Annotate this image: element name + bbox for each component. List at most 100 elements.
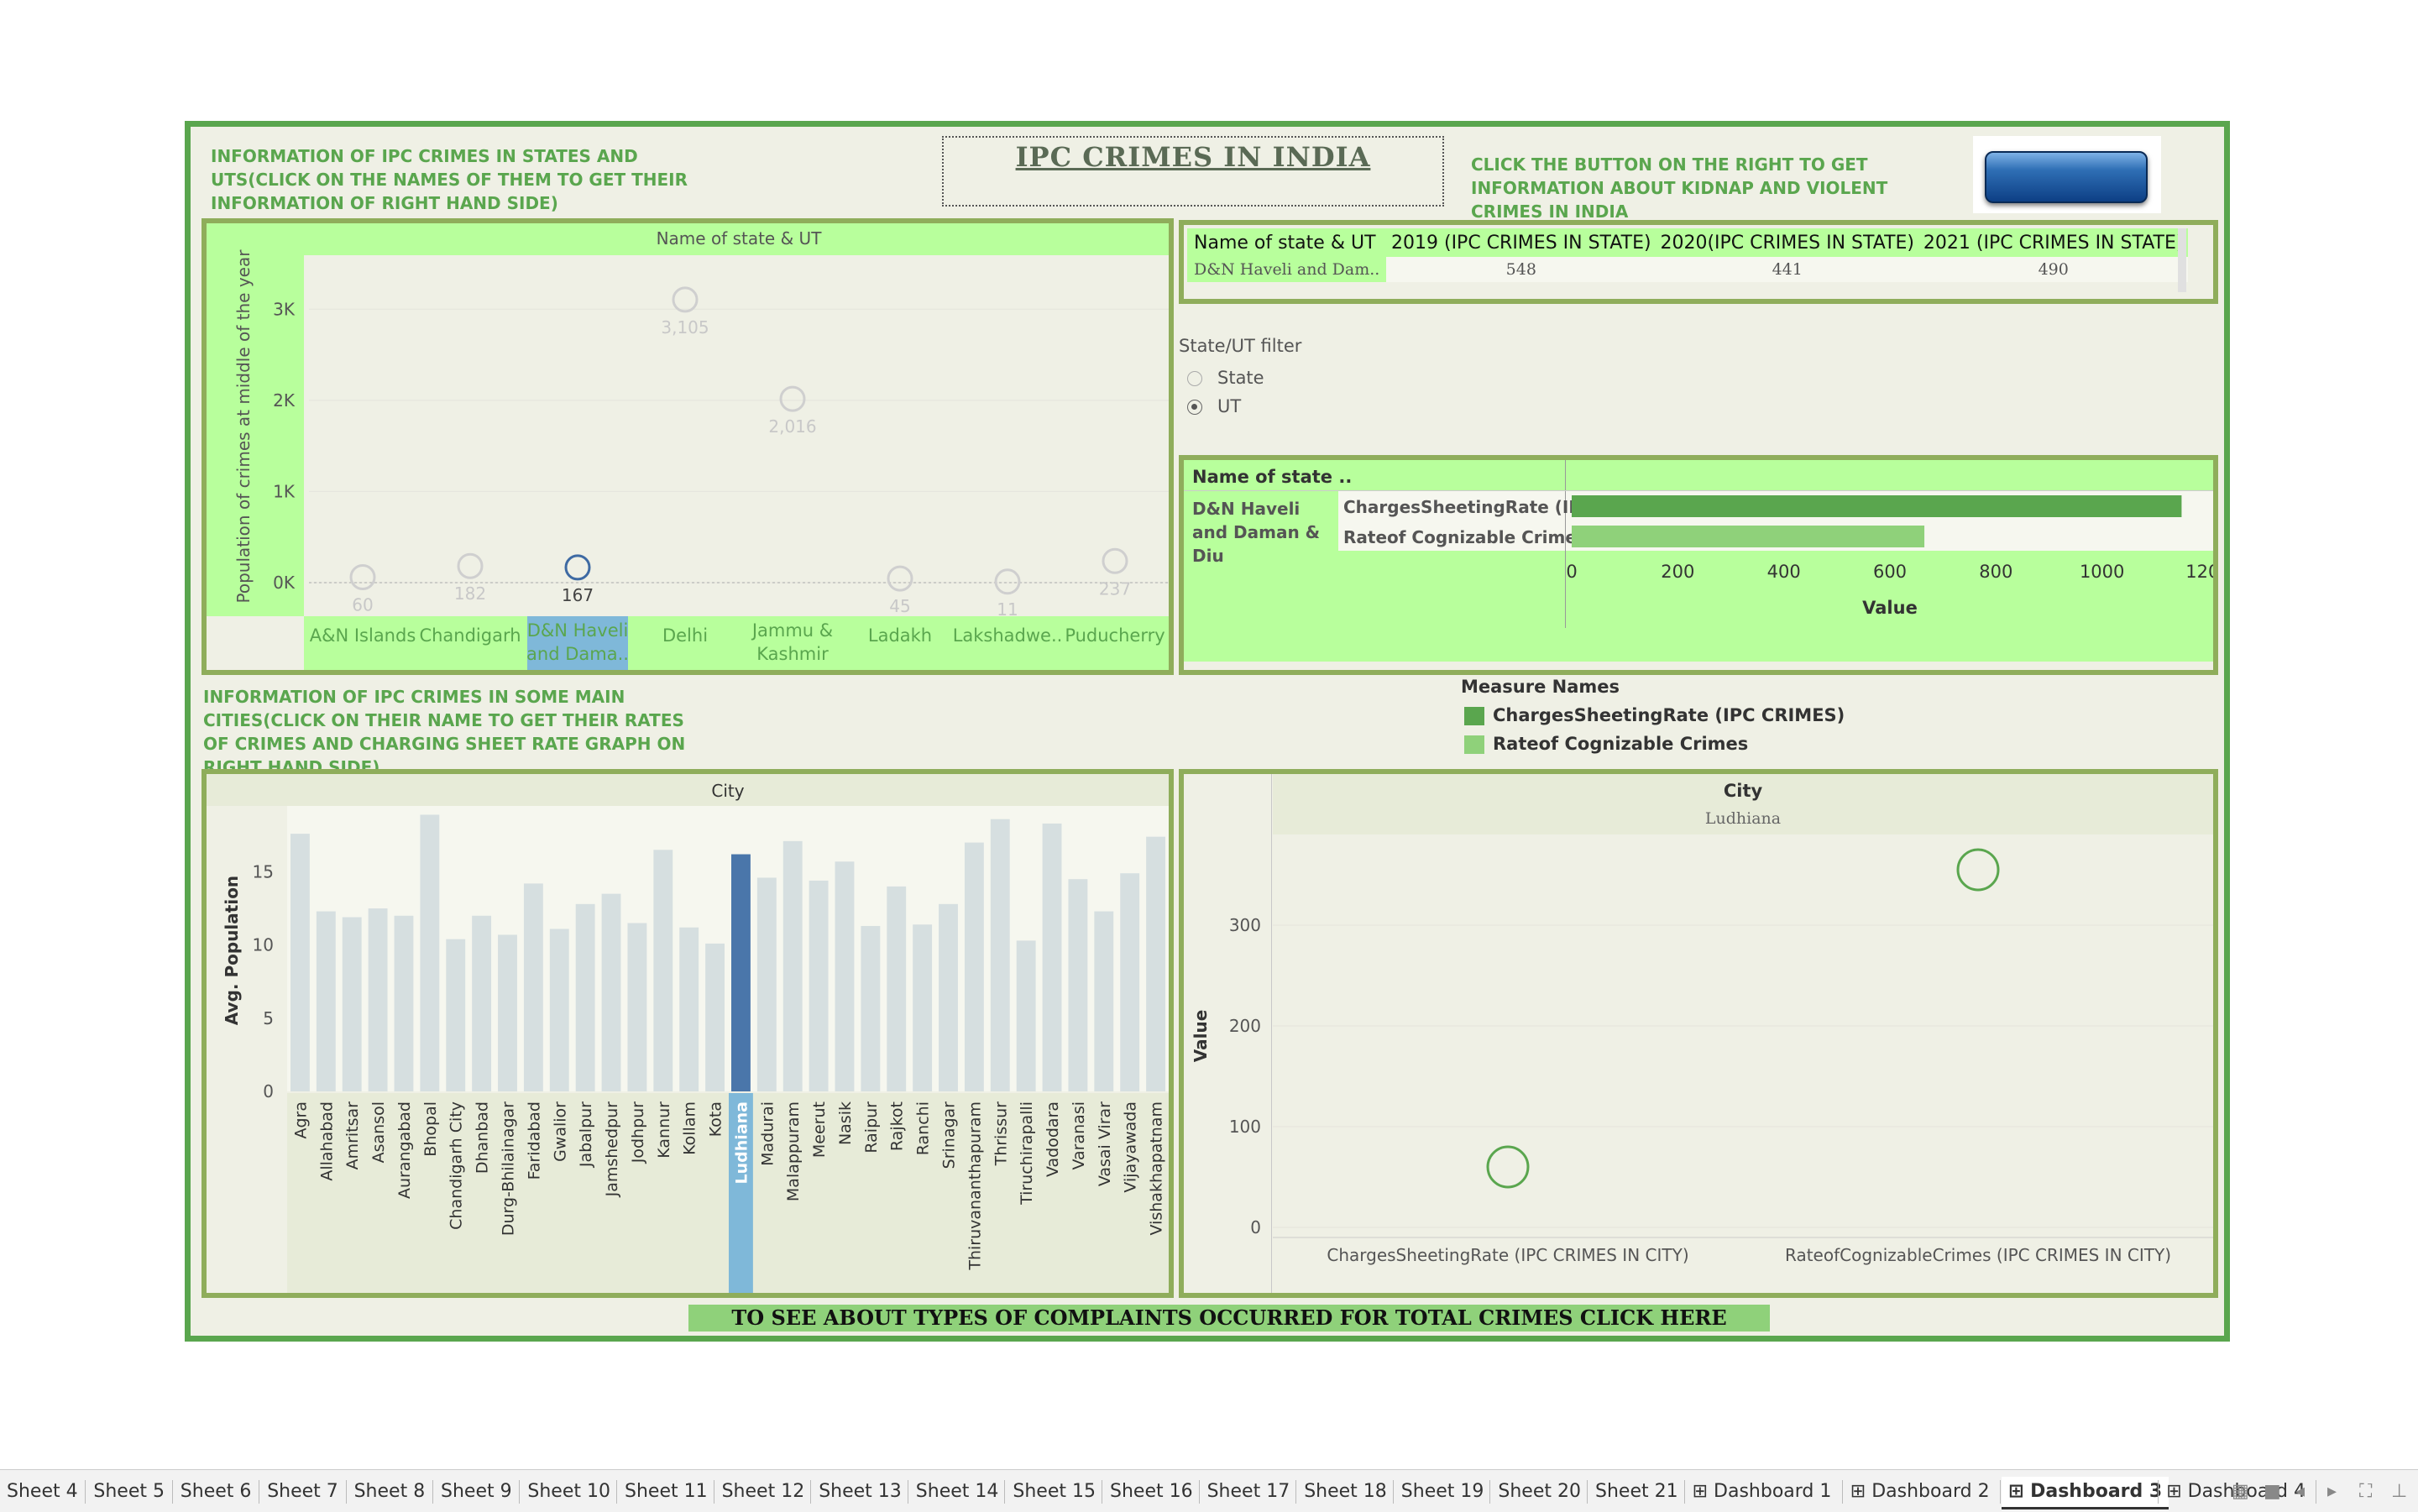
- city-label: Varanasi: [1070, 1101, 1088, 1169]
- data-label: 3,105: [661, 317, 709, 337]
- sheet-tab[interactable]: Sheet 18: [1297, 1477, 1394, 1507]
- sheet-tab[interactable]: Sheet 20: [1491, 1477, 1588, 1507]
- filmstrip-icon[interactable]: ■: [2257, 1477, 2288, 1507]
- crime-table: Name of state & UT 2019 (IPC CRIMES IN S…: [1187, 228, 2188, 282]
- dashboard-tab[interactable]: ⊞ Dashboard 1: [1686, 1477, 1839, 1507]
- sheet-tab[interactable]: Sheet 19: [1395, 1477, 1491, 1507]
- table-row[interactable]: D&N Haveli and Dam.. 548 441 490: [1187, 257, 2188, 282]
- crime-table-col-header: 2021 (IPC CRIMES IN STATE): [1923, 232, 2184, 254]
- city-label: Raipur: [862, 1101, 881, 1154]
- rate-bar: [1572, 495, 2182, 517]
- city-bar: [782, 840, 803, 1091]
- sheet-tab[interactable]: Sheet 4: [0, 1477, 85, 1507]
- city-bar: [756, 877, 777, 1091]
- data-point: [887, 565, 913, 592]
- table-cell: 490: [1918, 257, 2188, 282]
- states-info-text: INFORMATION OF IPC CRIMES IN STATES AND …: [211, 146, 688, 213]
- sheet-tab[interactable]: Sheet 9: [434, 1477, 519, 1507]
- dashboard-title-text: IPC CRIMES IN INDIA: [1015, 141, 1371, 173]
- tab-separator: [1489, 1480, 1491, 1504]
- tab-separator: [85, 1480, 86, 1504]
- tab-label: Sheet 9: [441, 1481, 512, 1502]
- tab-separator: [1295, 1480, 1297, 1504]
- city-label: Ranchi: [914, 1101, 933, 1155]
- table-scrollbar[interactable]: [2178, 228, 2186, 292]
- fullscreen-icon[interactable]: ⛶: [2353, 1477, 2379, 1507]
- x-tick-label: 0: [1566, 562, 1577, 582]
- y-tick-label: 300: [1229, 915, 1261, 935]
- filter-title: State/UT filter: [1179, 336, 1302, 356]
- y-tick-label: 3K: [273, 299, 296, 319]
- tab-separator: [1587, 1480, 1588, 1504]
- tab-separator: [1004, 1480, 1006, 1504]
- data-label: 45: [889, 596, 910, 616]
- sheet-tab[interactable]: Sheet 12: [715, 1477, 812, 1507]
- sheet-tab[interactable]: Sheet 6: [174, 1477, 259, 1507]
- tab-separator: [2158, 1480, 2159, 1504]
- y-tick-label: 5: [263, 1008, 274, 1028]
- city-bar: [964, 842, 984, 1091]
- city-label: Jodhpur: [629, 1101, 647, 1164]
- filter-option-label: UT: [1217, 396, 1242, 416]
- city-bar: [420, 814, 440, 1091]
- city-bar: [679, 927, 699, 1091]
- city-label: Chandigarh City: [447, 1101, 466, 1230]
- city-bar: [913, 924, 933, 1091]
- x-category-label: Jammu &: [751, 620, 833, 641]
- data-point: [457, 552, 484, 579]
- city-bar: [549, 929, 569, 1091]
- tab-separator: [519, 1480, 521, 1504]
- radio-ut[interactable]: [1187, 400, 1202, 415]
- dashboard-tab[interactable]: ⊞ Dashboard 2: [1844, 1477, 1997, 1507]
- city-bar: [446, 939, 466, 1091]
- sheet-tab[interactable]: Sheet 21: [1588, 1477, 1685, 1507]
- city-label: Thrissur: [992, 1101, 1010, 1167]
- x-category-label: Chandigarh: [419, 625, 521, 646]
- city-bar: [1146, 836, 1165, 1091]
- sheet-tab[interactable]: Sheet 5: [86, 1477, 171, 1507]
- kidnap-button-face[interactable]: [1985, 151, 2148, 203]
- tab-label: Sheet 4: [7, 1481, 78, 1502]
- sheet-tab[interactable]: Sheet 16: [1103, 1477, 1200, 1507]
- x-category-label: A&N Islands: [310, 625, 416, 646]
- kidnap-crimes-button[interactable]: [1973, 136, 2161, 213]
- sheet-tab[interactable]: Sheet 13: [812, 1477, 908, 1507]
- sheet-tab[interactable]: Sheet 17: [1201, 1477, 1297, 1507]
- city-bar: [1016, 940, 1036, 1091]
- radio-state[interactable]: [1187, 371, 1202, 386]
- x-category-label: and Dama..: [526, 644, 629, 664]
- dashboard-tab[interactable]: ⊞ Dashboard 3: [2002, 1477, 2169, 1509]
- states-chart-panel: Name of state & UT Population of crimes …: [202, 218, 1174, 675]
- next-tab-icon[interactable]: ▸: [2321, 1477, 2343, 1507]
- grid-view-icon[interactable]: ▦: [2225, 1477, 2256, 1507]
- city-label: Vijayawada: [1122, 1101, 1140, 1193]
- sheet-tab[interactable]: Sheet 10: [521, 1477, 617, 1507]
- data-label: 182: [454, 583, 486, 604]
- city-bar: [394, 915, 414, 1091]
- city-label: Allahabad: [317, 1101, 336, 1181]
- city-bar: [523, 883, 543, 1091]
- table-cell-state[interactable]: D&N Haveli and Dam..: [1187, 257, 1387, 282]
- y-tick-label: 0: [263, 1081, 274, 1101]
- sheet-tab[interactable]: Sheet 7: [260, 1477, 345, 1507]
- tab-separator: [1683, 1480, 1685, 1504]
- sheet-tab[interactable]: Sheet 11: [618, 1477, 714, 1507]
- city-bar: [498, 934, 517, 1091]
- data-label: 11: [997, 599, 1018, 620]
- tab-menu-icon[interactable]: ⊥: [2384, 1477, 2414, 1507]
- tab-label: Sheet 7: [267, 1481, 338, 1502]
- sheet-tab[interactable]: Sheet 14: [909, 1477, 1006, 1507]
- city-label: Vadodara: [1044, 1101, 1062, 1177]
- y-tick-label: 1K: [273, 481, 296, 501]
- x-tick-label: 200: [1661, 562, 1694, 582]
- city-label: Rajkot: [888, 1101, 907, 1151]
- tab-label: Sheet 17: [1206, 1481, 1290, 1502]
- tab-label: Sheet 8: [353, 1481, 426, 1502]
- y-tick-label: 200: [1229, 1016, 1261, 1036]
- prev-tab-icon[interactable]: ◂: [2289, 1477, 2311, 1507]
- tab-separator: [2000, 1480, 2001, 1504]
- cities-info-text: INFORMATION OF IPC CRIMES IN SOME MAIN C…: [203, 687, 686, 777]
- sheet-tab[interactable]: Sheet 15: [1006, 1477, 1102, 1507]
- complaints-link-button[interactable]: TO SEE ABOUT TYPES OF COMPLAINTS OCCURRE…: [688, 1305, 1770, 1332]
- sheet-tab[interactable]: Sheet 8: [348, 1477, 432, 1507]
